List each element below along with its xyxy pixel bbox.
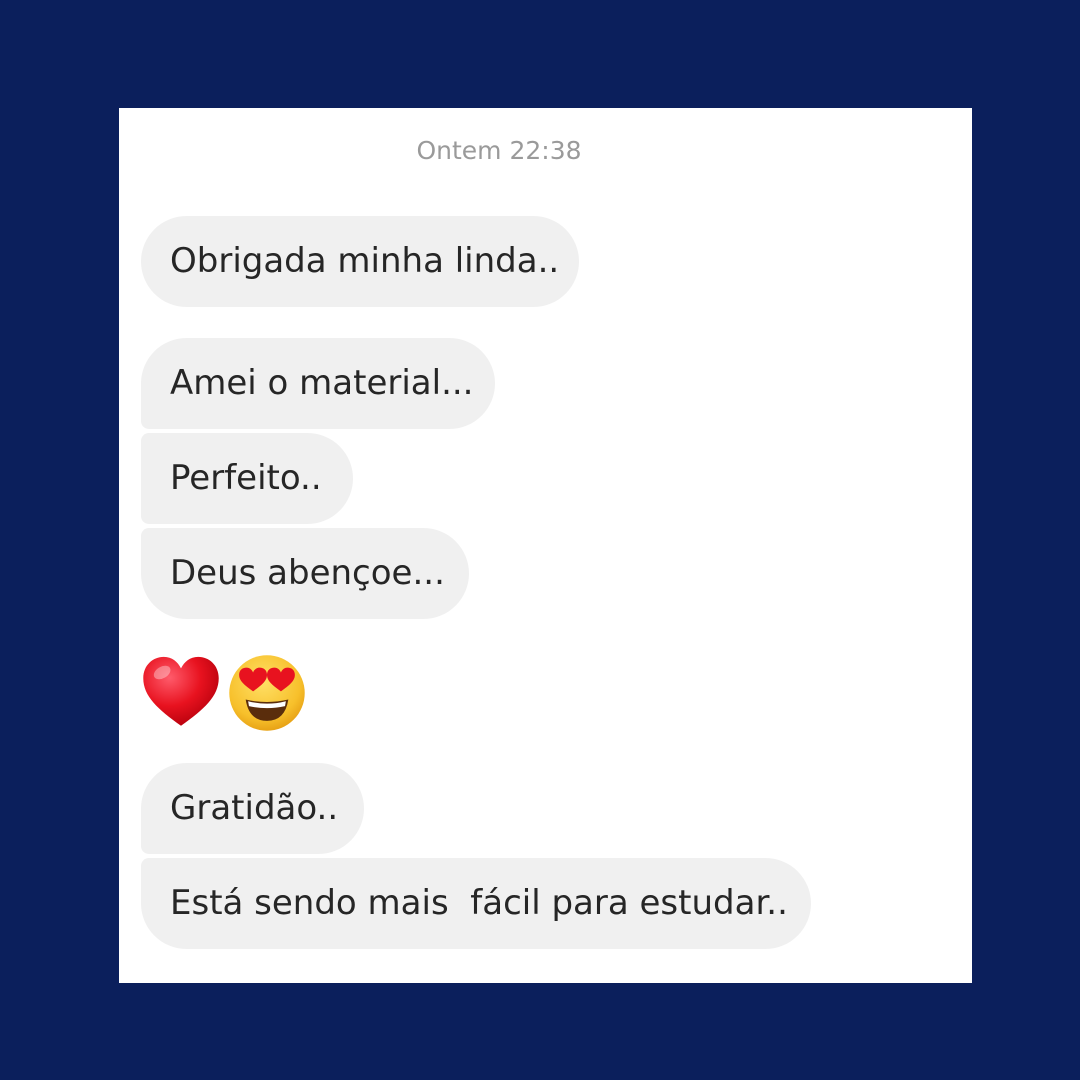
message-timestamp: Ontem 22:38 (416, 136, 582, 165)
message-bubble[interactable]: Está sendo mais fácil para estudar.. (141, 858, 811, 949)
heart-eyes-face-icon (229, 655, 305, 731)
message-bubble[interactable]: Perfeito.. (141, 433, 353, 524)
message-bubble[interactable]: Gratidão.. (141, 763, 364, 854)
message-bubble[interactable]: Deus abençoe... (141, 528, 469, 619)
emoji-message[interactable] (140, 652, 308, 734)
message-bubble[interactable]: Amei o material... (141, 338, 495, 429)
message-bubble[interactable]: Obrigada minha linda.. (141, 216, 579, 307)
red-heart-icon (143, 656, 219, 726)
